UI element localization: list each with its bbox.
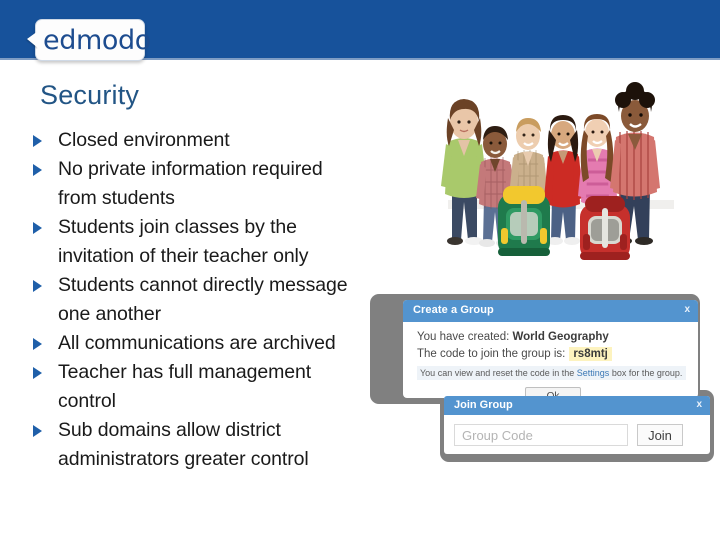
bullet-arrow-icon: [24, 213, 58, 242]
bullet-item-label: No private information required from stud…: [58, 155, 323, 213]
bullet-item-1: No private information required from stud…: [24, 155, 402, 213]
bullet-line: one another: [58, 303, 161, 325]
group-code-input[interactable]: [454, 424, 628, 446]
join-group-title-bar: Join Group x: [444, 396, 710, 415]
join-button[interactable]: Join: [637, 424, 683, 446]
logo-bubble-tail-icon: [27, 31, 38, 48]
note-text-after: box for the group.: [609, 368, 683, 378]
edmodo-logo[interactable]: edmodo: [27, 19, 151, 61]
bullet-arrow-icon: [24, 329, 58, 358]
bullet-item-label: All communications are archived: [58, 329, 336, 358]
create-group-dialog: Create a Group x You have created: World…: [403, 300, 698, 398]
bullet-item-label: Students join classes by the invitation o…: [58, 213, 309, 271]
bullet-item-3: Students cannot directly message one anot…: [24, 271, 402, 329]
bullet-arrow-icon: [24, 126, 58, 155]
note-text-before: You can view and reset the code in the: [420, 368, 577, 378]
created-group-name: World Geography: [512, 331, 609, 343]
bullet-line: All communications are archived: [58, 332, 336, 354]
bullet-arrow-icon: [24, 416, 58, 445]
bullet-item-label: Students cannot directly message one anot…: [58, 271, 348, 329]
bullet-item-4: All communications are archived: [24, 329, 402, 358]
bullet-item-6: Sub domains allow district administrators…: [24, 416, 402, 474]
bullet-line: invitation of their teacher only: [58, 245, 309, 267]
bullet-list: Closed environment No private information…: [24, 126, 402, 474]
bullet-line: Students join classes by the: [58, 216, 297, 238]
bullet-line: No private information required: [58, 158, 323, 180]
create-group-code-line: The code to join the group is: rs8mtj: [417, 347, 698, 361]
bullet-line: from students: [58, 187, 175, 209]
close-icon[interactable]: x: [696, 399, 702, 410]
bullet-item-2: Students join classes by the invitation o…: [24, 213, 402, 271]
logo-wordmark: edmodo: [43, 25, 151, 56]
bullet-item-5: Teacher has full management control: [24, 358, 402, 416]
create-group-title: Create a Group: [413, 304, 494, 316]
join-group-title: Join Group: [454, 399, 513, 411]
create-group-title-bar: Create a Group x: [403, 300, 698, 322]
group-code-value[interactable]: rs8mtj: [569, 347, 612, 361]
bullet-item-label: Teacher has full management control: [58, 358, 311, 416]
page-title: Security: [40, 80, 140, 110]
close-icon[interactable]: x: [684, 304, 690, 315]
code-prefix: The code to join the group is:: [417, 348, 566, 360]
bullet-item-label: Closed environment: [58, 126, 230, 155]
join-group-dialog: Join Group x Join: [444, 396, 710, 454]
bullet-arrow-icon: [24, 271, 58, 300]
bullet-line: Sub domains allow district: [58, 419, 281, 441]
join-group-form: Join: [454, 424, 683, 446]
create-group-created-line: You have created: World Geography: [417, 331, 698, 343]
bullet-line: administrators greater control: [58, 448, 309, 470]
settings-link[interactable]: Settings: [577, 368, 610, 378]
create-group-note: You can view and reset the code in the S…: [417, 366, 686, 380]
created-prefix: You have created:: [417, 331, 510, 343]
bullet-arrow-icon: [24, 358, 58, 387]
bullet-arrow-icon: [24, 155, 58, 184]
bullet-line: control: [58, 390, 116, 412]
bullet-line: Students cannot directly message: [58, 274, 348, 296]
bullet-item-0: Closed environment: [24, 126, 402, 155]
bullet-line: Closed environment: [58, 129, 230, 151]
bullet-line: Teacher has full management: [58, 361, 312, 383]
bullet-item-label: Sub domains allow district administrators…: [58, 416, 309, 474]
students-photo: [428, 82, 694, 268]
